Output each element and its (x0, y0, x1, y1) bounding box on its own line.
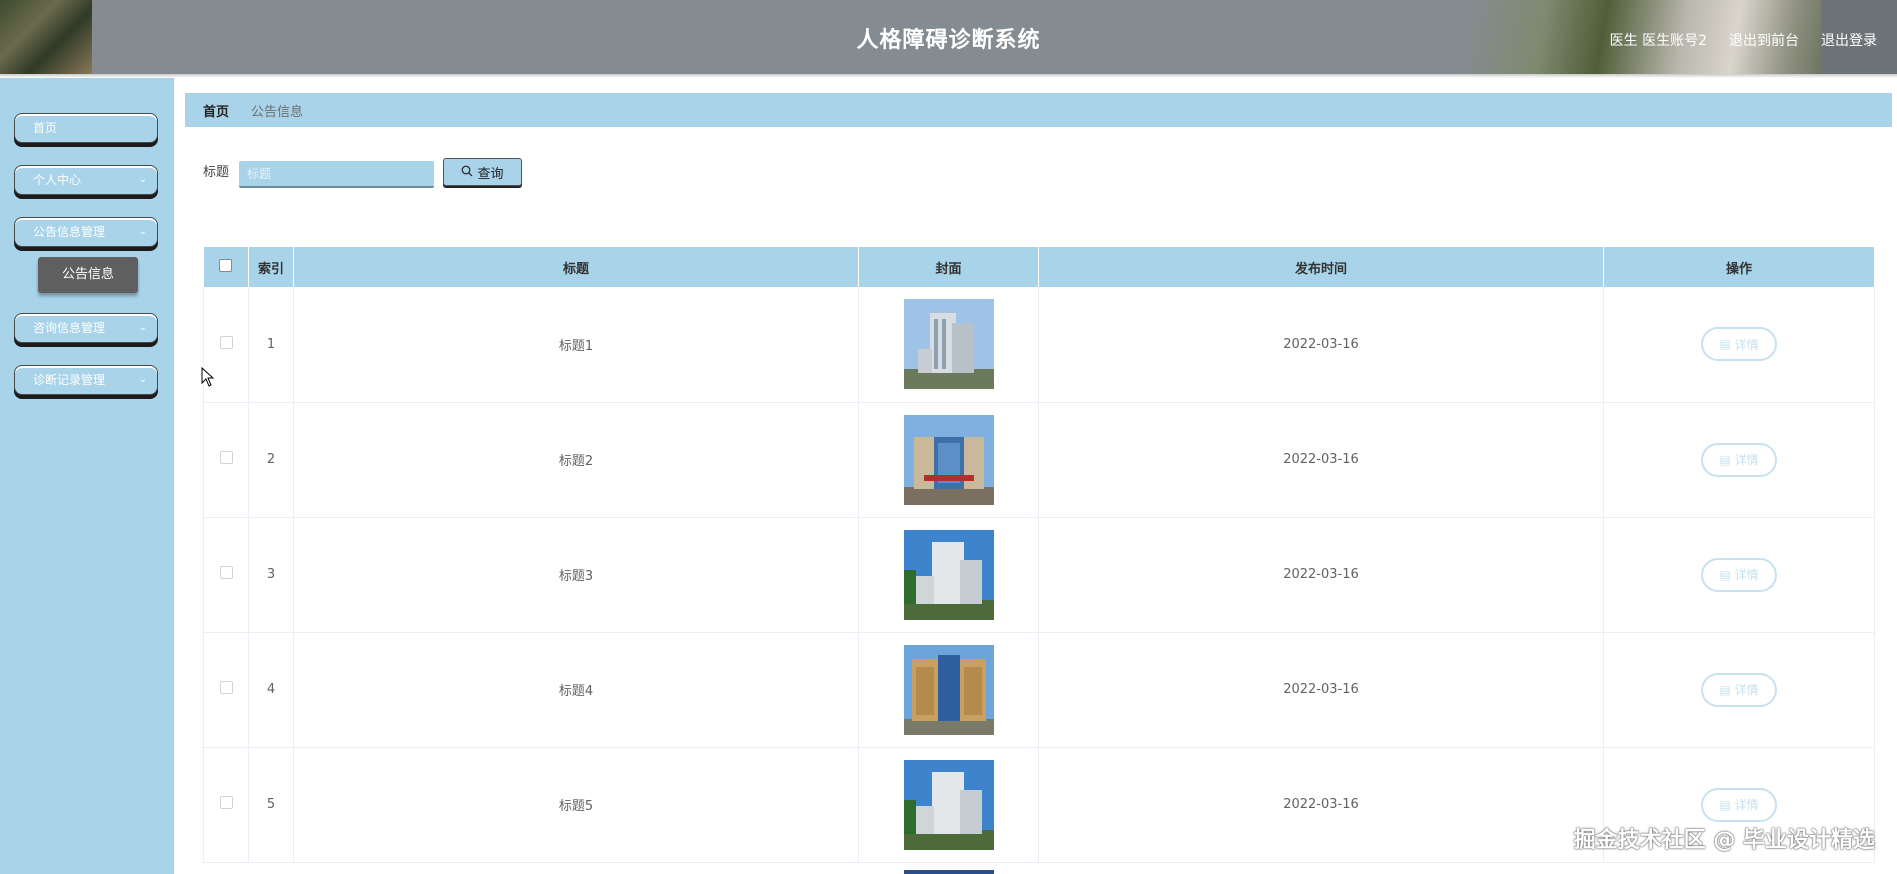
row-select-cell (203, 517, 249, 633)
chevron-down-icon: ⌄ (138, 374, 147, 385)
column-header-cover: 封面 (858, 247, 1039, 287)
index-cell: 1 (248, 287, 294, 403)
table-row: 4 标题4 2022-03-16 ▤ 详情 (203, 632, 1875, 748)
search-button[interactable]: 查询 (443, 158, 522, 186)
title-cell: 标题4 (293, 632, 859, 748)
breadcrumb: 首页 公告信息 (185, 93, 1892, 127)
search-input[interactable] (239, 161, 434, 188)
header-shadow (0, 74, 1897, 78)
sidebar-item-home[interactable]: 首页 (14, 113, 158, 143)
document-icon: ▤ (1719, 452, 1731, 467)
top-header: 人格障碍诊断系统 医生 医生账号2 退出到前台 退出登录 (0, 0, 1897, 76)
index-cell: 2 (248, 402, 294, 518)
action-cell: ▤ 详情 (1603, 632, 1875, 748)
cover-image (903, 529, 994, 620)
sidebar-item-consult-management[interactable]: 咨询信息管理 ⌄ (14, 313, 158, 343)
watermark: 掘金技术社区 @ 毕业设计精选 (1573, 828, 1875, 853)
sidebar: 首页 个人中心 ⌄ 公告信息管理 ⌄ 公告信息 咨询信息管理 ⌄ 诊断记录管理 … (0, 78, 174, 874)
action-cell: ▤ 详情 (1603, 402, 1875, 518)
time-cell: 2022-03-16 (1038, 402, 1604, 518)
cover-image (903, 299, 994, 390)
cover-cell (858, 747, 1039, 863)
search-button-label: 查询 (477, 166, 504, 182)
chevron-down-icon: ⌄ (138, 174, 147, 185)
row-checkbox[interactable] (219, 796, 233, 809)
sidebar-subitem-notice-info[interactable]: 公告信息 (38, 257, 138, 293)
column-header-action: 操作 (1603, 247, 1875, 287)
sidebar-item-label: 咨询信息管理 (33, 321, 106, 335)
breadcrumb-current: 公告信息 (251, 104, 304, 120)
column-header-index: 索引 (248, 247, 294, 287)
current-user-label: 医生 医生账号2 (1609, 33, 1707, 49)
mouse-cursor-icon (201, 367, 215, 387)
detail-button[interactable]: ▤ 详情 (1701, 787, 1777, 822)
document-icon: ▤ (1719, 337, 1731, 352)
logout-link[interactable]: 退出登录 (1821, 30, 1877, 50)
detail-button-label: 详情 (1734, 798, 1759, 812)
sidebar-item-notice-management[interactable]: 公告信息管理 ⌄ (14, 217, 158, 247)
column-header-time[interactable]: 发布时间 (1038, 247, 1604, 287)
search-icon (461, 165, 473, 180)
cover-cell (858, 632, 1039, 748)
search-label: 标题 (203, 165, 230, 180)
detail-button[interactable]: ▤ 详情 (1701, 327, 1777, 362)
table-row: 3 标题3 2022-03-16 ▤ 详情 (203, 517, 1875, 633)
title-cell: 标题3 (293, 517, 859, 633)
time-cell: 2022-03-16 (1038, 747, 1604, 863)
row-select-cell (203, 402, 249, 518)
row-checkbox[interactable] (219, 335, 233, 349)
detail-button[interactable]: ▤ 详情 (1701, 557, 1777, 592)
cover-image (903, 759, 994, 850)
sidebar-item-label: 个人中心 (33, 173, 82, 187)
cover-image (903, 414, 994, 505)
title-cell: 标题2 (293, 402, 859, 518)
select-all-cell (203, 247, 249, 287)
row-checkbox[interactable] (219, 681, 233, 694)
cover-image-partial (904, 870, 994, 874)
sidebar-item-label: 诊断记录管理 (33, 373, 106, 387)
notice-table: 索引 标题 封面 发布时间 操作 1 标题1 2022-03-16 ▤ 详情 2… (203, 247, 1875, 863)
time-cell: 2022-03-16 (1038, 632, 1604, 748)
select-all-checkbox[interactable] (219, 258, 233, 272)
index-cell: 5 (248, 747, 294, 863)
document-icon: ▤ (1719, 682, 1731, 697)
detail-button-label: 详情 (1734, 683, 1759, 697)
document-icon: ▤ (1719, 567, 1731, 582)
header-links: 医生 医生账号2 退出到前台 退出登录 (1610, 30, 1877, 50)
document-icon: ▤ (1719, 797, 1731, 812)
table-row: 1 标题1 2022-03-16 ▤ 详情 (203, 287, 1875, 403)
action-cell: ▤ 详情 (1603, 287, 1875, 403)
detail-button[interactable]: ▤ 详情 (1701, 672, 1777, 707)
detail-button[interactable]: ▤ 详情 (1701, 442, 1777, 477)
sidebar-item-diagnosis-management[interactable]: 诊断记录管理 ⌄ (14, 365, 158, 395)
sidebar-item-label: 首页 (33, 121, 58, 135)
index-cell: 4 (248, 632, 294, 748)
row-select-cell (203, 632, 249, 748)
cover-image (903, 644, 994, 735)
time-cell: 2022-03-16 (1038, 287, 1604, 403)
cover-cell (858, 402, 1039, 518)
sidebar-item-personal-center[interactable]: 个人中心 ⌄ (14, 165, 158, 195)
table-header-row: 索引 标题 封面 发布时间 操作 (203, 247, 1875, 287)
chevron-down-icon: ⌄ (138, 226, 147, 237)
row-select-cell (203, 747, 249, 863)
action-cell: ▤ 详情 (1603, 517, 1875, 633)
column-header-title[interactable]: 标题 (293, 247, 859, 287)
title-cell: 标题1 (293, 287, 859, 403)
table-row: 2 标题2 2022-03-16 ▤ 详情 (203, 402, 1875, 518)
cover-cell (858, 287, 1039, 403)
chevron-down-icon: ⌄ (138, 322, 147, 333)
back-to-front-link[interactable]: 退出到前台 (1729, 30, 1799, 50)
breadcrumb-home[interactable]: 首页 (203, 101, 229, 120)
cover-cell (858, 517, 1039, 633)
detail-button-label: 详情 (1734, 453, 1759, 467)
time-cell: 2022-03-16 (1038, 517, 1604, 633)
title-cell: 标题5 (293, 747, 859, 863)
row-checkbox[interactable] (219, 451, 233, 464)
sidebar-item-label: 公告信息管理 (33, 225, 106, 239)
detail-button-label: 详情 (1734, 568, 1759, 582)
row-checkbox[interactable] (219, 566, 233, 579)
detail-button-label: 详情 (1734, 337, 1759, 352)
index-cell: 3 (248, 517, 294, 633)
